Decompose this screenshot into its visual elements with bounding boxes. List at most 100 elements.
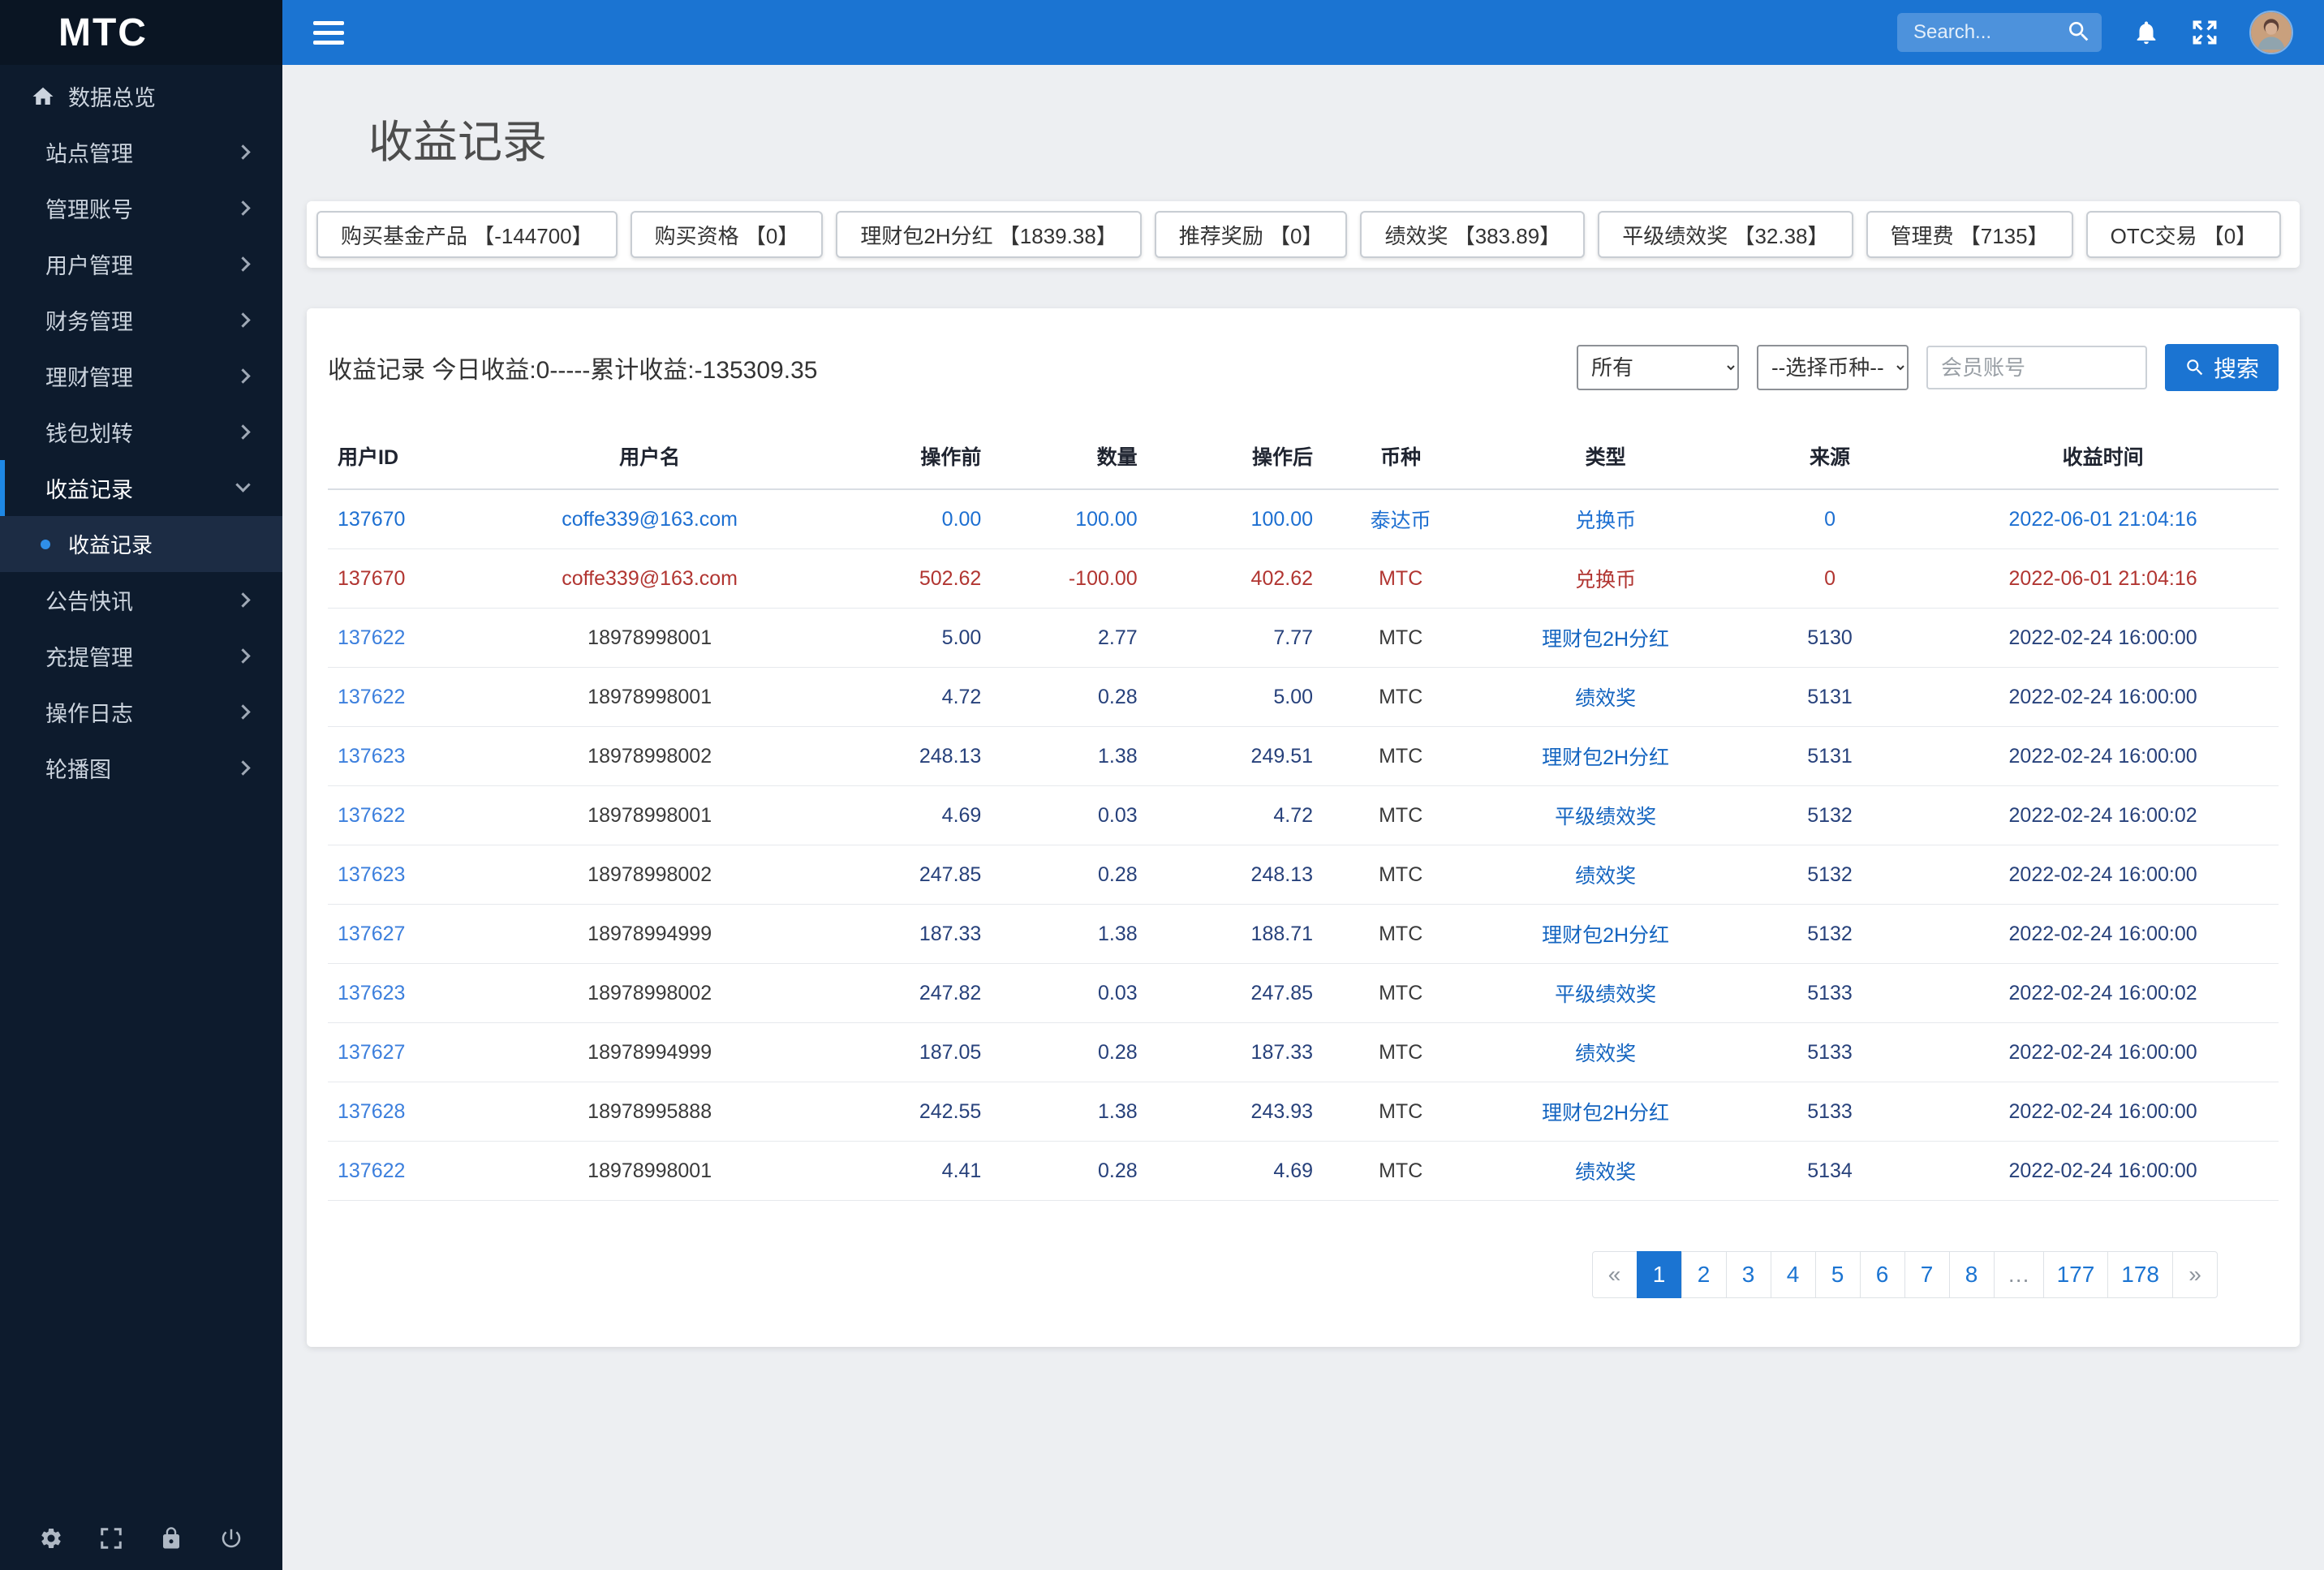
table-cell: 18978998001: [484, 608, 816, 668]
cell-user-id-link[interactable]: 137627: [328, 1022, 484, 1082]
table-cell: 4.69: [815, 785, 992, 845]
table-cell: 绩效奖: [1478, 667, 1732, 727]
earnings-summary: 收益记录 今日收益:0-----累计收益:-135309.35: [328, 357, 818, 384]
stat-fund-purchase[interactable]: 购买基金产品 【-144700】: [316, 211, 618, 258]
table-cell: MTC: [1323, 963, 1479, 1023]
table-cell: 248.13: [1147, 845, 1323, 905]
sidebar-item-dashboard[interactable]: 数据总览: [0, 68, 282, 124]
cell-user-id-link[interactable]: 137622: [328, 608, 484, 668]
fullscreen-icon[interactable]: [99, 1526, 123, 1551]
sidebar-item-label: 数据总览: [68, 86, 156, 110]
sidebar-item-wealth-mgmt[interactable]: 理财管理: [0, 348, 282, 404]
sidebar-item-admin-accounts[interactable]: 管理账号: [0, 180, 282, 236]
pagination-page-178[interactable]: 178: [2107, 1251, 2173, 1298]
stat-peer-performance-reward[interactable]: 平级绩效奖 【32.38】: [1598, 211, 1853, 258]
lock-icon[interactable]: [159, 1526, 183, 1551]
pagination-page-7[interactable]: 7: [1904, 1251, 1950, 1298]
cell-user-id-link[interactable]: 137623: [328, 726, 484, 786]
fullscreen-icon[interactable]: [2191, 19, 2219, 46]
sidebar-subitem-earnings-records[interactable]: 收益记录: [0, 516, 282, 572]
power-icon[interactable]: [219, 1526, 243, 1551]
cell-user-id-link[interactable]: 137623: [328, 963, 484, 1023]
table-cell: MTC: [1323, 608, 1479, 668]
pagination-page-2[interactable]: 2: [1681, 1251, 1727, 1298]
chevron-right-icon: [235, 760, 251, 776]
main-area: 收益记录 购买基金产品 【-144700】 购买资格 【0】 理财包2H分红 【…: [282, 0, 2324, 1570]
sidebar-item-deposit-withdraw[interactable]: 充提管理: [0, 628, 282, 684]
cell-user-id-link[interactable]: 137622: [328, 1141, 484, 1201]
pagination-next[interactable]: »: [2172, 1251, 2218, 1298]
gear-icon[interactable]: [39, 1526, 63, 1551]
pagination-page-1[interactable]: 1: [1636, 1251, 1682, 1298]
sidebar-group-earnings: 收益记录 收益记录: [0, 460, 282, 572]
table-cell: 18978994999: [484, 1022, 816, 1082]
sidebar-item-wallet-transfer[interactable]: 钱包划转: [0, 404, 282, 460]
stat-qualification[interactable]: 购买资格 【0】: [630, 211, 824, 258]
stats-card: 购买基金产品 【-144700】 购买资格 【0】 理财包2H分红 【1839.…: [307, 201, 2300, 268]
cell-user-id-link[interactable]: 137627: [328, 904, 484, 964]
cell-user-id-link[interactable]: 137670: [328, 548, 484, 609]
table-cell: 0.03: [991, 785, 1147, 845]
member-account-input[interactable]: [1926, 346, 2147, 389]
pagination-prev[interactable]: «: [1591, 1251, 1638, 1298]
table-cell: 5.00: [1147, 667, 1323, 727]
sidebar-item-operation-logs[interactable]: 操作日志: [0, 684, 282, 740]
sidebar-item-label: 钱包划转: [45, 422, 133, 446]
pagination-page-3[interactable]: 3: [1725, 1251, 1771, 1298]
sidebar-item-announcements[interactable]: 公告快讯: [0, 572, 282, 628]
table-cell: 4.72: [1147, 785, 1323, 845]
stat-referral-reward[interactable]: 推荐奖励 【0】: [1154, 211, 1348, 258]
table-cell: 绩效奖: [1478, 845, 1732, 905]
sidebar-item-carousel[interactable]: 轮播图: [0, 740, 282, 796]
stat-otc-trade[interactable]: OTC交易 【0】: [2085, 211, 2282, 258]
search-icon[interactable]: [2066, 19, 2092, 45]
sidebar-item-site-mgmt[interactable]: 站点管理: [0, 124, 282, 180]
sidebar-item-user-mgmt[interactable]: 用户管理: [0, 236, 282, 292]
table-cell: 4.72: [815, 667, 992, 727]
type-filter-select[interactable]: 所有: [1576, 345, 1739, 390]
user-avatar[interactable]: [2249, 11, 2293, 54]
table-row: 137627 18978994999 187.05 0.28 187.33 MTC 绩效奖 5…: [328, 1022, 2279, 1082]
stat-wealth-2h-dividend[interactable]: 理财包2H分红 【1839.38】: [836, 211, 1142, 258]
pagination-page-4[interactable]: 4: [1770, 1251, 1816, 1298]
table-cell: 247.85: [815, 845, 992, 905]
table-cell: 18978998002: [484, 726, 816, 786]
table-cell: 2022-02-24 16:00:00: [1927, 1082, 2279, 1142]
hamburger-menu-icon[interactable]: [313, 20, 344, 45]
pagination-page-8[interactable]: 8: [1948, 1251, 1995, 1298]
table-cell: 100.00: [991, 489, 1147, 549]
table-cell: 187.05: [815, 1022, 992, 1082]
pagination-page-5[interactable]: 5: [1814, 1251, 1861, 1298]
cell-user-id-link[interactable]: 137622: [328, 667, 484, 727]
stat-management-fee[interactable]: 管理费 【7135】: [1866, 211, 2073, 258]
coin-filter-select[interactable]: --选择币种--: [1756, 345, 1909, 390]
sidebar-item-label: 公告快讯: [45, 590, 133, 614]
chevron-right-icon: [235, 592, 251, 608]
table-cell: 18978998002: [484, 963, 816, 1023]
table-cell: 5131: [1732, 726, 1928, 786]
table-cell: 0.00: [815, 489, 992, 549]
chevron-down-icon: [235, 477, 251, 493]
table-cell: 4.69: [1147, 1141, 1323, 1201]
col-header: 操作前: [815, 425, 992, 490]
bell-icon[interactable]: [2132, 19, 2160, 46]
pagination-page-177[interactable]: 177: [2042, 1251, 2109, 1298]
table-row: 137622 18978998001 4.72 0.28 5.00 MTC 绩效奖 5131 2…: [328, 667, 2279, 727]
sidebar-item-label: 收益记录: [45, 478, 133, 502]
cell-user-id-link[interactable]: 137628: [328, 1082, 484, 1142]
pagination-page-6[interactable]: 6: [1859, 1251, 1905, 1298]
table-cell: 402.62: [1147, 548, 1323, 609]
search-button[interactable]: 搜索: [2164, 344, 2279, 391]
cell-user-id-link[interactable]: 137623: [328, 845, 484, 905]
stat-performance-reward[interactable]: 绩效奖 【383.89】: [1360, 211, 1586, 258]
sidebar-item-finance-mgmt[interactable]: 财务管理: [0, 292, 282, 348]
pagination-ellipsis: …: [1993, 1251, 2044, 1298]
cell-user-id-link[interactable]: 137670: [328, 489, 484, 549]
table-cell: 2022-02-24 16:00:00: [1927, 1141, 2279, 1201]
table-cell: 绩效奖: [1478, 1141, 1732, 1201]
col-header: 用户名: [484, 425, 816, 490]
table-cell: 5133: [1732, 963, 1928, 1023]
sidebar-item-earnings-records[interactable]: 收益记录: [0, 460, 282, 516]
chevron-right-icon: [235, 144, 251, 160]
cell-user-id-link[interactable]: 137622: [328, 785, 484, 845]
